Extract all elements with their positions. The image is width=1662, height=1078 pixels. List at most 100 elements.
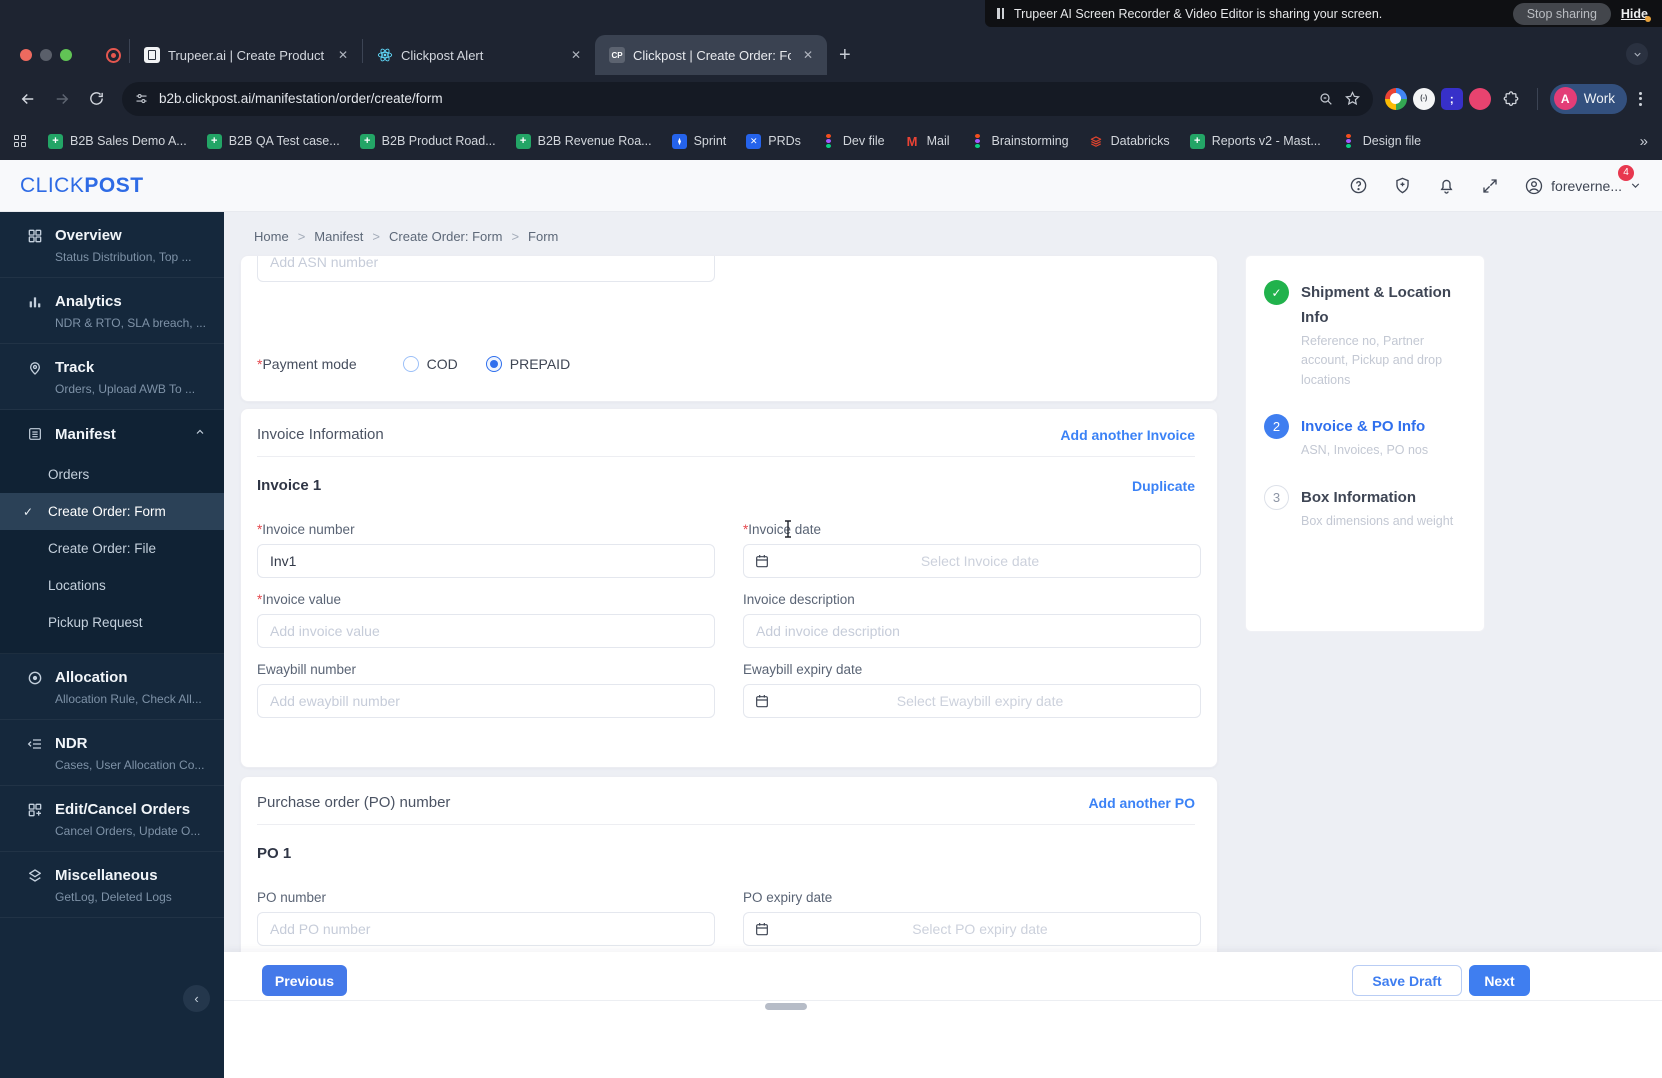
bookmark-item[interactable]: Brainstorming [970,134,1069,149]
breadcrumb-create-order-form[interactable]: Create Order: Form [389,229,502,244]
minimize-window-button[interactable] [40,49,52,61]
bookmark-item[interactable]: +Reports v2 - Mast... [1190,134,1321,149]
sidebar-item-allocation[interactable]: Allocation Allocation Rule, Check All... [0,654,224,720]
stop-sharing-button[interactable]: Stop sharing [1513,3,1611,25]
radio-unselected-icon[interactable] [403,356,419,372]
horizontal-scrollbar-handle[interactable] [765,1003,807,1010]
bookmark-item[interactable]: Design file [1341,134,1421,149]
bell-icon[interactable] [1437,176,1456,195]
duplicate-invoice-link[interactable]: Duplicate [1132,478,1195,494]
reload-button[interactable] [82,85,110,113]
blue-extension-icon[interactable]: ; [1441,88,1463,110]
hide-notification-dot [1645,16,1651,22]
bookmark-item[interactable]: Dev file [821,134,885,149]
user-menu[interactable]: foreverne... 4 [1524,176,1642,196]
sidebar-item-edit-cancel-orders[interactable]: Edit/Cancel Orders Cancel Orders, Update… [0,786,224,852]
back-button[interactable] [14,85,42,113]
step-invoice-po[interactable]: 2 Invoice & PO Info ASN, Invoices, PO no… [1264,414,1470,460]
address-bar[interactable]: b2b.clickpost.ai/manifestation/order/cre… [122,82,1373,116]
sidebar-item-analytics[interactable]: Analytics NDR & RTO, SLA breach, ... [0,278,224,344]
bookmark-item[interactable]: +B2B Revenue Roa... [516,134,652,149]
close-window-button[interactable] [20,49,32,61]
bookmark-item[interactable]: Sprint [672,134,727,149]
invoice-date-picker[interactable]: Select Invoice date [743,544,1201,578]
tab-search-caret[interactable] [1626,43,1648,65]
sidebar-item-miscellaneous[interactable]: Miscellaneous GetLog, Deleted Logs [0,852,224,918]
zoom-page-icon[interactable] [1318,91,1334,107]
site-settings-icon[interactable] [134,91,149,106]
clickpost-header: CLICKPOST foreverne... 4 [0,160,1662,212]
close-tab-icon[interactable]: ✕ [567,46,585,64]
sidebar-item-pickup-request[interactable]: Pickup Request [0,604,224,641]
radio-selected-icon[interactable] [486,356,502,372]
sheets-icon: + [1190,134,1205,149]
bookmark-star-icon[interactable] [1344,90,1361,107]
bookmark-item[interactable]: +B2B Sales Demo A... [48,134,187,149]
expand-icon[interactable] [1481,177,1499,195]
sidebar-item-overview[interactable]: Overview Status Distribution, Top ... [0,212,224,278]
forward-button[interactable] [48,85,76,113]
bookmark-item[interactable]: Databricks [1089,134,1170,149]
tab-clickpost-alert[interactable]: Clickpost Alert ✕ [363,35,595,75]
tab-clickpost-create-order[interactable]: CP Clickpost | Create Order: Form ✕ [595,35,827,75]
breadcrumb-manifest[interactable]: Manifest [314,229,363,244]
asn-number-input[interactable] [257,255,715,282]
browser-menu-button[interactable] [1633,92,1648,106]
bookmark-item[interactable]: +B2B QA Test case... [207,134,340,149]
sidebar-item-ndr[interactable]: NDR Cases, User Allocation Co... [0,720,224,786]
url-text[interactable]: b2b.clickpost.ai/manifestation/order/cre… [159,91,1308,106]
bookmark-item[interactable]: ✕PRDs [746,134,801,149]
payment-option-cod[interactable]: COD [403,356,458,372]
close-tab-icon[interactable]: ✕ [799,46,817,64]
calendar-icon [754,921,770,937]
bookmark-item[interactable]: MMail [905,134,950,149]
po-expiry-picker[interactable]: Select PO expiry date [743,912,1201,946]
add-another-po-link[interactable]: Add another PO [1088,795,1195,811]
extensions-puzzle-icon[interactable] [1497,85,1525,113]
sidebar-item-locations[interactable]: Locations [0,567,224,604]
bookmarks-overflow-chevron[interactable]: » [1640,133,1648,150]
apps-grid-icon[interactable] [14,135,26,147]
sidebar-item-orders[interactable]: Orders [0,456,224,493]
sidebar-item-track[interactable]: Track Orders, Upload AWB To ... [0,344,224,410]
invoice-description-input[interactable] [743,614,1201,648]
round-extension-icon[interactable]: (-) [1413,88,1435,110]
sidebar-item-create-order-file[interactable]: Create Order: File [0,530,224,567]
ewaybill-number-input[interactable] [257,684,715,718]
po-number-input[interactable] [257,912,715,946]
username: foreverne... [1551,178,1622,194]
invoice-number-input[interactable] [257,544,715,578]
browser-profile-chip[interactable]: A Work [1550,84,1627,114]
help-icon[interactable] [1349,176,1368,195]
invoice-value-input[interactable] [257,614,715,648]
invoice-number-label: *Invoice number [257,522,715,537]
payment-option-prepaid[interactable]: PREPAID [486,356,570,372]
bookmark-item[interactable]: +B2B Product Road... [360,134,496,149]
google-extension-icon[interactable] [1385,88,1407,110]
hide-link[interactable]: Hide [1621,7,1648,21]
ewaybill-expiry-picker[interactable]: Select Ewaybill expiry date [743,684,1201,718]
tab-trupeer[interactable]: Trupeer.ai | Create Product Vi ✕ [130,35,362,75]
calendar-icon [754,693,770,709]
step-box-information[interactable]: 3 Box Information Box dimensions and wei… [1264,485,1470,531]
chevron-up-icon [194,425,206,443]
step-shipment-location[interactable]: ✓ Shipment & Location Info Reference no,… [1264,280,1470,390]
breadcrumb-home[interactable]: Home [254,229,289,244]
maximize-window-button[interactable] [60,49,72,61]
clickpost-logo[interactable]: CLICKPOST [20,174,144,198]
next-button[interactable]: Next [1469,965,1530,996]
recording-indicator[interactable] [82,48,129,75]
pause-icon[interactable] [997,8,1004,19]
payment-mode-label: *Payment mode [257,356,357,372]
breadcrumb-form[interactable]: Form [528,229,558,244]
add-another-invoice-link[interactable]: Add another Invoice [1060,427,1195,443]
sidebar-item-create-order-form[interactable]: ✓ Create Order: Form [0,493,224,530]
shield-icon[interactable] [1393,176,1412,195]
close-tab-icon[interactable]: ✕ [334,46,352,64]
sidebar-collapse-button[interactable]: ‹ [183,985,210,1012]
previous-button[interactable]: Previous [262,965,347,996]
save-draft-button[interactable]: Save Draft [1352,965,1462,996]
pink-extension-icon[interactable] [1469,88,1491,110]
sidebar-item-manifest[interactable]: Manifest [0,410,224,456]
new-tab-button[interactable]: + [827,44,863,75]
